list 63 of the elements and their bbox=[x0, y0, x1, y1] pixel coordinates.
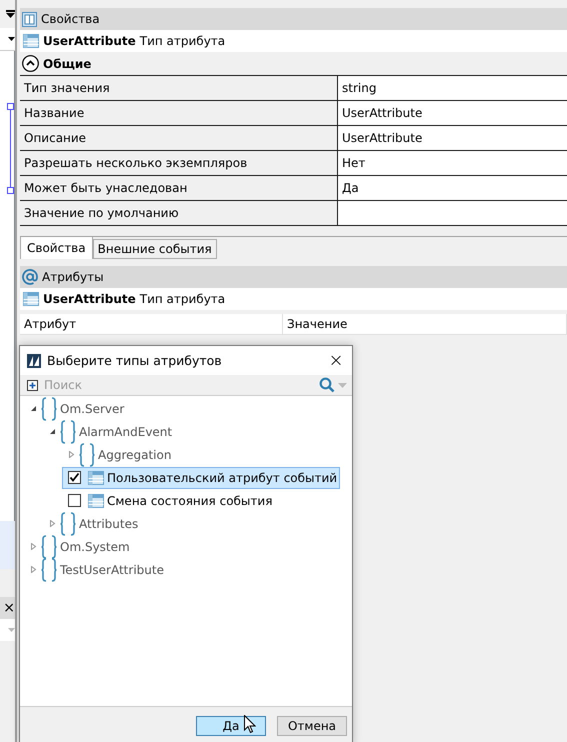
property-value[interactable]: UserAttribute bbox=[338, 101, 567, 126]
expanded-arrow-icon[interactable] bbox=[30, 405, 36, 412]
dropdown-caret-icon[interactable] bbox=[6, 10, 15, 18]
table-icon bbox=[88, 470, 104, 484]
tab[interactable]: Свойства bbox=[20, 237, 93, 259]
expanded-arrow-icon[interactable] bbox=[48, 428, 56, 435]
app-logo-icon bbox=[27, 354, 41, 368]
property-label: Разрешать несколько экземпляров bbox=[20, 151, 338, 176]
search-icon[interactable] bbox=[319, 377, 335, 393]
dialog-button[interactable]: Да bbox=[196, 716, 266, 736]
property-label: Тип значения bbox=[20, 76, 338, 101]
property-label: Описание bbox=[20, 126, 338, 151]
braces-icon bbox=[41, 534, 57, 558]
object-type: Тип атрибута bbox=[140, 292, 226, 306]
property-label: Название bbox=[20, 101, 338, 126]
collapsed-arrow-icon[interactable] bbox=[68, 451, 74, 458]
braces-icon bbox=[60, 420, 76, 444]
object-name: UserAttribute bbox=[43, 34, 136, 48]
tree-item[interactable]: Смена состояния события bbox=[62, 490, 276, 512]
panel-icon bbox=[22, 12, 37, 26]
at-sign-icon bbox=[22, 269, 38, 285]
cursor-icon bbox=[244, 715, 256, 734]
tree-item[interactable]: Пользовательский атрибут событий bbox=[62, 466, 340, 488]
collapsed-arrow-icon[interactable] bbox=[30, 543, 36, 550]
checkbox[interactable] bbox=[68, 494, 81, 507]
search-field[interactable]: Поиск bbox=[42, 378, 319, 392]
tab[interactable]: Внешние события bbox=[92, 239, 217, 259]
braces-icon bbox=[41, 558, 57, 582]
collapsed-arrow-icon[interactable] bbox=[48, 520, 56, 527]
object-type: Тип атрибута bbox=[140, 34, 226, 48]
braces-icon bbox=[41, 396, 57, 420]
checkbox[interactable] bbox=[68, 471, 81, 484]
panel-title: Атрибуты bbox=[42, 270, 104, 284]
dialog-title: Выберите типы атрибутов bbox=[47, 353, 223, 368]
tree-item[interactable]: AlarmAndEvent bbox=[59, 420, 176, 442]
property-label: Может быть унаследован bbox=[20, 176, 338, 201]
search-bar[interactable]: Поиск bbox=[20, 375, 352, 396]
table-icon bbox=[88, 494, 104, 508]
section-title: Общие bbox=[43, 56, 92, 70]
tree-item[interactable]: Aggregation bbox=[78, 444, 174, 466]
column-header[interactable]: Значение bbox=[283, 314, 567, 334]
tree-item[interactable]: Attributes bbox=[59, 512, 142, 534]
tree-item[interactable]: Om.System bbox=[40, 536, 133, 558]
property-label: Значение по умолчанию bbox=[20, 201, 338, 226]
braces-icon bbox=[79, 442, 95, 466]
panel-title: Свойства bbox=[41, 12, 100, 26]
tree-item[interactable]: Om.Server bbox=[40, 398, 128, 420]
braces-icon bbox=[60, 512, 76, 536]
property-value[interactable]: UserAttribute bbox=[338, 126, 567, 151]
close-button[interactable]: × bbox=[320, 350, 352, 371]
caret-icon[interactable] bbox=[8, 37, 15, 41]
column-header[interactable]: Атрибут bbox=[20, 314, 283, 334]
expand-all-icon[interactable] bbox=[27, 380, 38, 390]
collapsed-arrow-icon[interactable] bbox=[30, 566, 36, 573]
property-value[interactable]: Да bbox=[338, 176, 567, 201]
table-icon bbox=[23, 292, 39, 306]
object-name: UserAttribute bbox=[43, 292, 136, 306]
property-value[interactable]: string bbox=[338, 76, 567, 101]
property-value[interactable]: Нет bbox=[338, 151, 567, 176]
tree-item[interactable]: TestUserAttribute bbox=[40, 558, 167, 580]
dialog-button[interactable]: Отмена bbox=[277, 716, 347, 736]
table-icon bbox=[23, 34, 39, 48]
collapse-icon[interactable] bbox=[22, 55, 39, 72]
